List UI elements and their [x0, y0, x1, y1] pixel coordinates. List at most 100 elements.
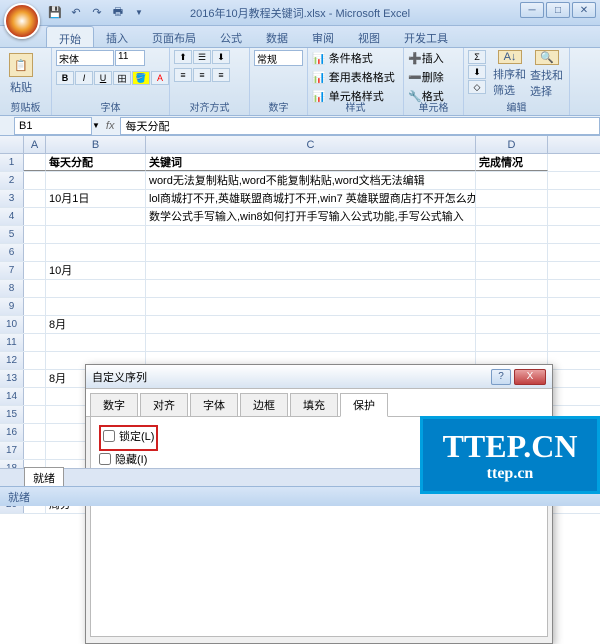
align-left-button[interactable]: ≡	[174, 68, 192, 82]
row-header[interactable]: 9	[0, 298, 24, 315]
row-header[interactable]: 10	[0, 316, 24, 333]
save-icon[interactable]: 💾	[46, 4, 64, 22]
row-header[interactable]: 8	[0, 280, 24, 297]
row-header[interactable]: 15	[0, 406, 24, 423]
cell[interactable]	[46, 208, 146, 225]
dialog-close-button[interactable]: X	[514, 369, 546, 385]
fill-button[interactable]: ⬇	[468, 65, 486, 79]
cond-format-button[interactable]: 📊 条件格式	[312, 50, 373, 66]
cell[interactable]	[24, 352, 46, 369]
cell[interactable]	[476, 334, 548, 351]
cell[interactable]	[146, 280, 476, 297]
row-header[interactable]: 16	[0, 424, 24, 441]
office-button[interactable]	[4, 3, 40, 39]
cell[interactable]: lol商城打不开,英雄联盟商城打不开,win7 英雄联盟商店打不开怎么办	[146, 190, 476, 207]
cell[interactable]	[24, 280, 46, 297]
minimize-button[interactable]: ─	[520, 2, 544, 18]
italic-button[interactable]: I	[75, 71, 93, 85]
select-all-corner[interactable]	[0, 136, 24, 153]
fill-color-button[interactable]: 🪣	[132, 71, 150, 85]
dlg-tab-protect[interactable]: 保护	[340, 393, 388, 417]
bold-button[interactable]: B	[56, 71, 74, 85]
fx-icon[interactable]: fx	[106, 120, 115, 132]
cell[interactable]	[476, 280, 548, 297]
cell[interactable]	[46, 172, 146, 189]
name-box[interactable]: B1	[14, 117, 92, 135]
cell[interactable]	[46, 244, 146, 261]
cell[interactable]	[24, 190, 46, 207]
cell[interactable]	[24, 316, 46, 333]
print-icon[interactable]: 🖶	[109, 4, 127, 22]
tab-home[interactable]: 开始	[46, 26, 94, 47]
row-header[interactable]: 12	[0, 352, 24, 369]
cell[interactable]	[476, 316, 548, 333]
cell[interactable]: 关键词	[146, 154, 476, 171]
delete-cells-button[interactable]: ➖删除	[408, 69, 444, 85]
tab-data[interactable]: 数据	[254, 26, 300, 47]
tab-developer[interactable]: 开发工具	[392, 26, 460, 47]
tab-view[interactable]: 视图	[346, 26, 392, 47]
cell[interactable]	[476, 172, 548, 189]
cell[interactable]	[146, 298, 476, 315]
cell[interactable]: 10月1日	[46, 190, 146, 207]
cell[interactable]	[24, 388, 46, 405]
cell[interactable]	[24, 442, 46, 459]
cell[interactable]	[146, 244, 476, 261]
align-mid-button[interactable]: ☰	[193, 50, 211, 64]
cell[interactable]	[46, 334, 146, 351]
border-button[interactable]: 田	[113, 71, 131, 85]
cell[interactable]	[146, 262, 476, 279]
dlg-tab-font[interactable]: 字体	[190, 393, 238, 416]
cell[interactable]	[24, 298, 46, 315]
row-header[interactable]: 1	[0, 154, 24, 171]
cell[interactable]: 数学公式手写输入,win8如何打开手写输入公式功能,手写公式输入	[146, 208, 476, 225]
cell[interactable]	[476, 262, 548, 279]
row-header[interactable]: 2	[0, 172, 24, 189]
paste-button[interactable]: 📋粘贴	[4, 50, 38, 98]
cell[interactable]	[24, 262, 46, 279]
font-size-select[interactable]: 11	[115, 50, 145, 66]
col-header-B[interactable]: B	[46, 136, 146, 153]
lock-checkbox-label[interactable]: 锁定(L)	[103, 428, 154, 444]
dlg-tab-align[interactable]: 对齐	[140, 393, 188, 416]
cell[interactable]	[24, 406, 46, 423]
qat-more-icon[interactable]: ▼	[130, 4, 148, 22]
sheet-tab[interactable]: 就绪	[24, 467, 64, 488]
hide-checkbox[interactable]	[99, 453, 111, 465]
font-color-button[interactable]: A	[151, 71, 169, 85]
font-name-select[interactable]: 宋体	[56, 50, 114, 66]
tab-review[interactable]: 审阅	[300, 26, 346, 47]
tab-page-layout[interactable]: 页面布局	[140, 26, 208, 47]
cell[interactable]: 8月	[46, 316, 146, 333]
cell[interactable]	[476, 190, 548, 207]
cell[interactable]	[24, 226, 46, 243]
row-header[interactable]: 7	[0, 262, 24, 279]
cell[interactable]: 完成情况	[476, 154, 548, 171]
number-format-select[interactable]: 常规	[254, 50, 303, 66]
row-header[interactable]: 4	[0, 208, 24, 225]
maximize-button[interactable]: □	[546, 2, 570, 18]
table-format-button[interactable]: 📊 套用表格格式	[312, 69, 395, 85]
cell[interactable]	[24, 154, 46, 171]
cell[interactable]	[476, 298, 548, 315]
col-header-A[interactable]: A	[24, 136, 46, 153]
align-bot-button[interactable]: ⬇	[212, 50, 230, 64]
cell[interactable]	[146, 334, 476, 351]
row-header[interactable]: 11	[0, 334, 24, 351]
undo-icon[interactable]: ↶	[67, 4, 85, 22]
dialog-help-button[interactable]: ?	[491, 369, 511, 385]
row-header[interactable]: 6	[0, 244, 24, 261]
cell[interactable]	[24, 208, 46, 225]
cell[interactable]: word无法复制粘贴,word不能复制粘贴,word文档无法编辑	[146, 172, 476, 189]
row-header[interactable]: 5	[0, 226, 24, 243]
cell[interactable]	[476, 226, 548, 243]
cell[interactable]	[146, 316, 476, 333]
find-select-button[interactable]: 🔍查找和选择	[530, 50, 564, 98]
row-header[interactable]: 3	[0, 190, 24, 207]
cell[interactable]	[24, 334, 46, 351]
close-button[interactable]: ✕	[572, 2, 596, 18]
formula-input[interactable]: 每天分配	[120, 117, 600, 135]
col-header-C[interactable]: C	[146, 136, 476, 153]
align-center-button[interactable]: ≡	[193, 68, 211, 82]
row-header[interactable]: 13	[0, 370, 24, 387]
